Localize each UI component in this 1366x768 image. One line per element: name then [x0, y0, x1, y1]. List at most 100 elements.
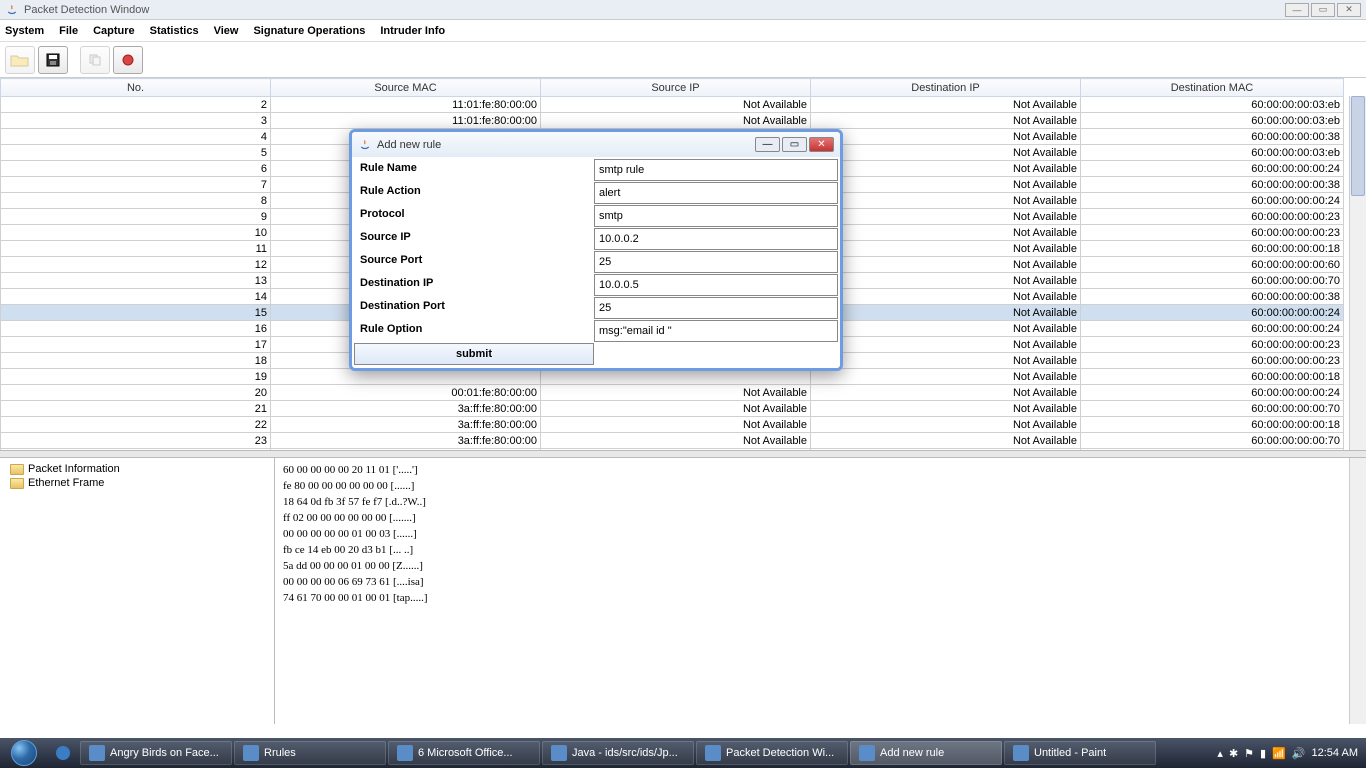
capture-button[interactable]: [113, 46, 143, 74]
save-button[interactable]: [38, 46, 68, 74]
menu-capture[interactable]: Capture: [93, 25, 135, 37]
pinned-icon[interactable]: [54, 744, 72, 762]
network-icon[interactable]: 📶: [1272, 747, 1286, 760]
cell-dip: Not Available: [811, 273, 1081, 289]
flag-icon[interactable]: ⚑: [1244, 747, 1254, 760]
menu-view[interactable]: View: [214, 25, 239, 37]
column-header[interactable]: Destination IP: [811, 79, 1081, 97]
cell-dip: Not Available: [811, 161, 1081, 177]
table-row[interactable]: 311:01:fe:80:00:00Not AvailableNot Avail…: [1, 113, 1344, 129]
cell-no: 12: [1, 257, 271, 273]
taskbar-item[interactable]: 6 Microsoft Office...: [388, 741, 540, 765]
field-source-ip[interactable]: [594, 228, 838, 250]
column-header[interactable]: Destination MAC: [1081, 79, 1344, 97]
cell-smac: 11:01:fe:80:00:00: [271, 113, 541, 129]
field-rule-option[interactable]: [594, 320, 838, 342]
field-label: Source Port: [354, 251, 594, 274]
minimize-button[interactable]: —: [1285, 3, 1309, 17]
taskbar-label: Java - ids/src/ids/Jp...: [572, 747, 678, 759]
column-header[interactable]: Source IP: [541, 79, 811, 97]
window-titlebar: Packet Detection Window — ▭ ✕: [0, 0, 1366, 20]
dialog-row: Source Port: [354, 251, 838, 274]
tray-expand-icon[interactable]: ▴: [1217, 747, 1223, 760]
cell-no: 3: [1, 113, 271, 129]
taskbar-item[interactable]: Rrules: [234, 741, 386, 765]
dialog-close-button[interactable]: ✕: [809, 137, 834, 152]
cell-sip: Not Available: [541, 433, 811, 449]
menu-system[interactable]: System: [5, 25, 44, 37]
cell-dip: Not Available: [811, 305, 1081, 321]
cell-sip: Not Available: [541, 385, 811, 401]
table-row[interactable]: 213a:ff:fe:80:00:00Not AvailableNot Avai…: [1, 401, 1344, 417]
field-source-port[interactable]: [594, 251, 838, 273]
cell-no: 23: [1, 433, 271, 449]
cell-no: 21: [1, 401, 271, 417]
dialog-titlebar[interactable]: Add new rule — ▭ ✕: [352, 132, 840, 157]
field-protocol[interactable]: [594, 205, 838, 227]
paint-icon: [1013, 745, 1029, 761]
taskbar-item[interactable]: Angry Birds on Face...: [80, 741, 232, 765]
field-destination-port[interactable]: [594, 297, 838, 319]
system-tray[interactable]: ▴ ✱ ⚑ ▮ 📶 🔊 12:54 AM: [1209, 747, 1366, 760]
table-row[interactable]: 223a:ff:fe:80:00:00Not AvailableNot Avai…: [1, 417, 1344, 433]
cell-sip: Not Available: [541, 113, 811, 129]
menu-statistics[interactable]: Statistics: [150, 25, 199, 37]
taskbar-item[interactable]: Untitled - Paint: [1004, 741, 1156, 765]
cell-dip: Not Available: [811, 193, 1081, 209]
volume-icon[interactable]: 🔊: [1292, 747, 1306, 760]
taskbar-label: 6 Microsoft Office...: [418, 747, 513, 759]
dialog-row: Rule Name: [354, 159, 838, 182]
maximize-button[interactable]: ▭: [1311, 3, 1335, 17]
clock[interactable]: 12:54 AM: [1312, 747, 1358, 759]
menu-intruder-info[interactable]: Intruder Info: [380, 25, 445, 37]
cell-dmac: 60:00:00:00:00:24: [1081, 305, 1344, 321]
taskbar-label: Rrules: [264, 747, 296, 759]
cell-no: 19: [1, 369, 271, 385]
field-label: Destination IP: [354, 274, 594, 297]
cell-dmac: 60:00:00:00:00:24: [1081, 193, 1344, 209]
close-button[interactable]: ✕: [1337, 3, 1361, 17]
dialog-minimize-button[interactable]: —: [755, 137, 780, 152]
cell-dmac: 60:00:00:00:03:eb: [1081, 145, 1344, 161]
folder-icon: [243, 745, 259, 761]
table-row[interactable]: 211:01:fe:80:00:00Not AvailableNot Avail…: [1, 97, 1344, 113]
start-button[interactable]: [0, 738, 48, 768]
menu-file[interactable]: File: [59, 25, 78, 37]
tree-item[interactable]: Packet Information: [4, 462, 270, 476]
copy-button[interactable]: [80, 46, 110, 74]
column-header[interactable]: No.: [1, 79, 271, 97]
submit-button[interactable]: submit: [354, 343, 594, 365]
field-destination-ip[interactable]: [594, 274, 838, 296]
table-scrollbar[interactable]: [1349, 96, 1366, 450]
cell-dmac: 60:00:00:00:00:20: [1081, 449, 1344, 451]
cell-dip: Not Available: [811, 369, 1081, 385]
field-rule-name[interactable]: [594, 159, 838, 181]
field-rule-action[interactable]: [594, 182, 838, 204]
java-icon: [358, 138, 372, 152]
cell-dmac: 60:00:00:00:00:24: [1081, 161, 1344, 177]
hex-scrollbar[interactable]: [1349, 458, 1366, 724]
menu-signature-operations[interactable]: Signature Operations: [253, 25, 365, 37]
open-button[interactable]: [5, 46, 35, 74]
column-header[interactable]: Source MAC: [271, 79, 541, 97]
cell-dip: Not Available: [811, 433, 1081, 449]
dialog-maximize-button[interactable]: ▭: [782, 137, 807, 152]
tree-item[interactable]: Ethernet Frame: [4, 476, 270, 490]
cell-dmac: 60:00:00:00:00:70: [1081, 401, 1344, 417]
bluetooth-icon[interactable]: ✱: [1229, 747, 1238, 760]
taskbar-item[interactable]: Java - ids/src/ids/Jp...: [542, 741, 694, 765]
cell-dip: Not Available: [811, 353, 1081, 369]
dialog-title: Add new rule: [377, 139, 441, 151]
table-row[interactable]: 2411:01:fe:80:00:00Not AvailableNot Avai…: [1, 449, 1344, 451]
splitter[interactable]: [0, 450, 1366, 458]
cell-smac: 11:01:fe:80:00:00: [271, 449, 541, 451]
cell-dmac: 60:00:00:00:00:23: [1081, 353, 1344, 369]
table-row[interactable]: 233a:ff:fe:80:00:00Not AvailableNot Avai…: [1, 433, 1344, 449]
cell-no: 4: [1, 129, 271, 145]
table-row[interactable]: 2000:01:fe:80:00:00Not AvailableNot Avai…: [1, 385, 1344, 401]
cell-no: 14: [1, 289, 271, 305]
taskbar-item[interactable]: Add new rule: [850, 741, 1002, 765]
cell-sip: Not Available: [541, 97, 811, 113]
battery-icon[interactable]: ▮: [1260, 747, 1266, 760]
taskbar-item[interactable]: Packet Detection Wi...: [696, 741, 848, 765]
